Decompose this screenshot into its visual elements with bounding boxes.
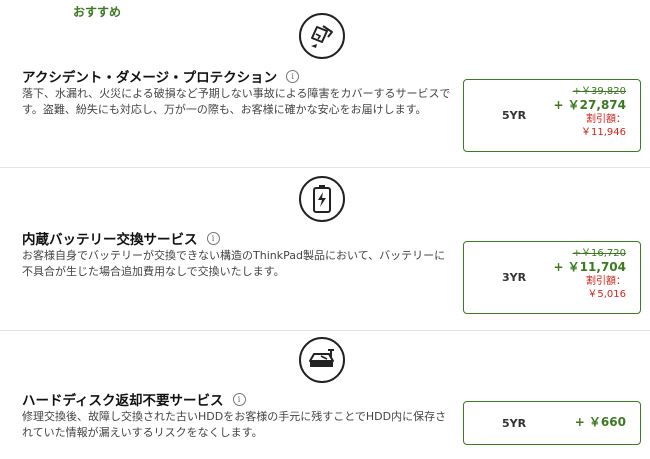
- price-option-3yr[interactable]: 3YR +￥16,720 + ￥11,704 割引額： ￥5,016: [463, 241, 641, 314]
- service-title-text: 内蔵バッテリー交換サービス: [22, 232, 198, 248]
- discount-value: ￥11,946: [581, 127, 626, 138]
- original-price: +￥16,720: [572, 248, 626, 259]
- service-description: 修理交換後、故障し交換された古いHDDをお客様の手元に残すことでHDD内に保存さ…: [22, 410, 447, 439]
- term-label: 5YR: [502, 109, 527, 122]
- service-description: お客様自身でバッテリーが交換できない構造のThinkPad製品において、バッテリ…: [22, 249, 446, 278]
- section-divider: [0, 167, 650, 168]
- service-title: ハードディスク返却不要サービス i: [22, 389, 246, 409]
- discount-label: 割引額：: [586, 276, 626, 287]
- discount-label: 割引額：: [586, 114, 626, 125]
- price-option-5yr[interactable]: 5YR + ￥660: [463, 401, 641, 445]
- service-title: 内蔵バッテリー交換サービス i: [22, 228, 220, 248]
- discount-value: ￥5,016: [587, 289, 626, 300]
- service-title-text: アクシデント・ダメージ・プロテクション: [22, 70, 278, 86]
- section-divider: [0, 330, 650, 331]
- term-label: 3YR: [502, 271, 527, 284]
- service-title: アクシデント・ダメージ・プロテクション i: [22, 66, 300, 86]
- recommend-label: おすすめ: [73, 5, 122, 19]
- price-option-5yr[interactable]: 5YR +￥39,820 + ￥27,874 割引額： ￥11,946: [463, 79, 641, 152]
- discounted-price: + ￥11,704: [553, 260, 626, 274]
- service-title-text: ハードディスク返却不要サービス: [22, 393, 224, 409]
- price-block: + ￥660: [575, 415, 626, 430]
- info-icon[interactable]: i: [286, 69, 300, 83]
- original-price: +￥39,820: [572, 86, 626, 97]
- battery-icon: [299, 176, 345, 222]
- price-block: +￥39,820 + ￥27,874 割引額： ￥11,946: [553, 86, 626, 139]
- term-label: 5YR: [502, 417, 527, 430]
- hard-drive-icon: [299, 337, 345, 383]
- price: + ￥660: [574, 415, 626, 429]
- info-icon[interactable]: i: [206, 231, 220, 245]
- broken-device-icon: [299, 13, 345, 59]
- info-icon[interactable]: i: [232, 392, 246, 406]
- price-block: +￥16,720 + ￥11,704 割引額： ￥5,016: [553, 248, 626, 301]
- service-description: 落下、水漏れ、火災による破損など予期しない事故による障害をカバーするサービスです…: [22, 87, 451, 116]
- discounted-price: + ￥27,874: [553, 98, 626, 112]
